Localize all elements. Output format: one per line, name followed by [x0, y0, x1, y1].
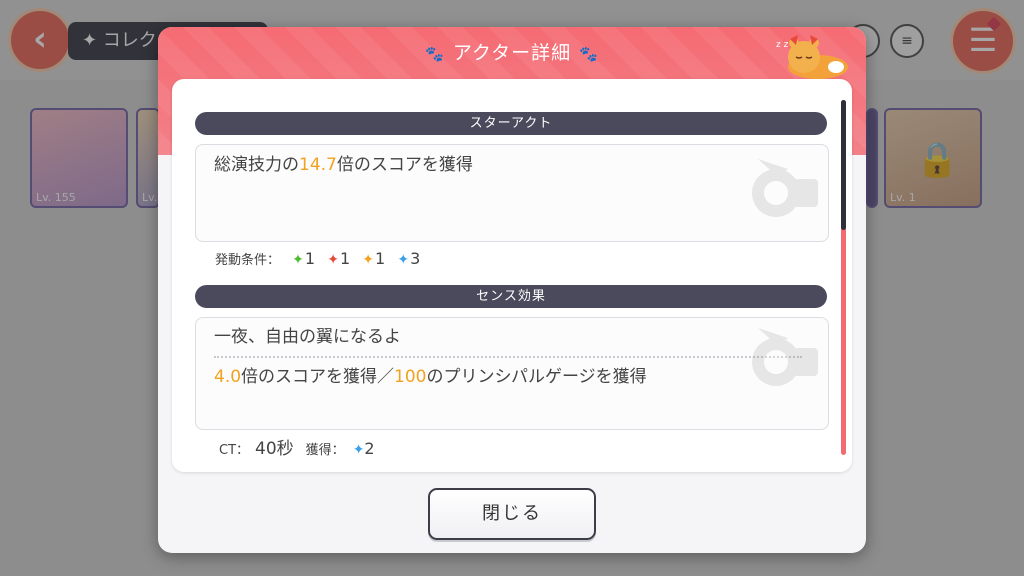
lock-icon: 🔒: [916, 140, 959, 180]
card-level: Lv.: [142, 191, 158, 204]
modal-title: 🐾 アクター詳細 🐾: [158, 39, 866, 68]
dotted-divider: [214, 356, 802, 358]
paw-icon: 🐾: [579, 45, 599, 63]
star-act-description: 総演技力の14.7倍のスコアを獲得: [214, 155, 473, 175]
actor-card[interactable]: [866, 108, 878, 208]
actor-detail-modal: 🐾アクター詳細🐾 z z スターアクト 総演技力の14.7倍のスコアを獲得: [158, 27, 866, 553]
scrollbar[interactable]: [841, 100, 846, 455]
sense-effect-header: センス効果: [195, 285, 827, 308]
scrollbar-thumb[interactable]: [841, 100, 846, 230]
sort-button[interactable]: ≡: [890, 24, 924, 58]
sleeping-cat-mascot-icon: z z: [776, 35, 848, 79]
sense-effect-text: 4.0倍のスコアを獲得／100のプリンシパルゲージを獲得: [214, 367, 647, 387]
blue-gem-icon: ✦: [397, 252, 410, 268]
star-act-description-box: 総演技力の14.7倍のスコアを獲得: [195, 144, 829, 242]
sense-effect-description-box: 一夜、自由の翼になるよ 4.0倍のスコアを獲得／100のプリンシパルゲージを獲得: [195, 317, 829, 430]
sense-ct-row: CT： 40秒 獲得： ✦2: [219, 439, 375, 459]
notification-dot: [986, 16, 1002, 32]
paw-icon: 🐾: [425, 45, 445, 63]
actor-card[interactable]: Lv. 155: [30, 108, 128, 208]
sense-name: 一夜、自由の翼になるよ: [214, 327, 401, 347]
yellow-gem-icon: ✦: [362, 252, 375, 268]
sort-icon: ≡: [901, 33, 913, 49]
activation-conditions: 発動条件： ✦1 ✦1 ✦1 ✦3: [215, 249, 421, 268]
actor-card-locked[interactable]: 🔒 Lv. 1: [884, 108, 982, 208]
star-act-header: スターアクト: [195, 112, 827, 135]
spotlight-watermark-icon: [752, 328, 818, 386]
green-gem-icon: ✦: [292, 252, 304, 268]
card-level: Lv. 155: [36, 191, 76, 204]
menu-button[interactable]: ☰: [950, 8, 1016, 74]
detail-content-panel[interactable]: スターアクト 総演技力の14.7倍のスコアを獲得 発動条件： ✦1 ✦1 ✦1 …: [172, 79, 852, 472]
spotlight-watermark-icon: [752, 159, 818, 217]
list-icon: ☰: [968, 21, 998, 59]
svg-text:z z: z z: [776, 40, 789, 50]
red-gem-icon: ✦: [327, 252, 339, 268]
close-button[interactable]: 閉じる: [428, 488, 596, 540]
card-level: Lv. 1: [890, 191, 916, 204]
arrow-left-icon: ‹: [32, 19, 47, 59]
back-button[interactable]: ‹: [8, 8, 72, 72]
actor-card[interactable]: Lv.: [136, 108, 160, 208]
blue-gem-icon: ✦: [352, 442, 365, 458]
